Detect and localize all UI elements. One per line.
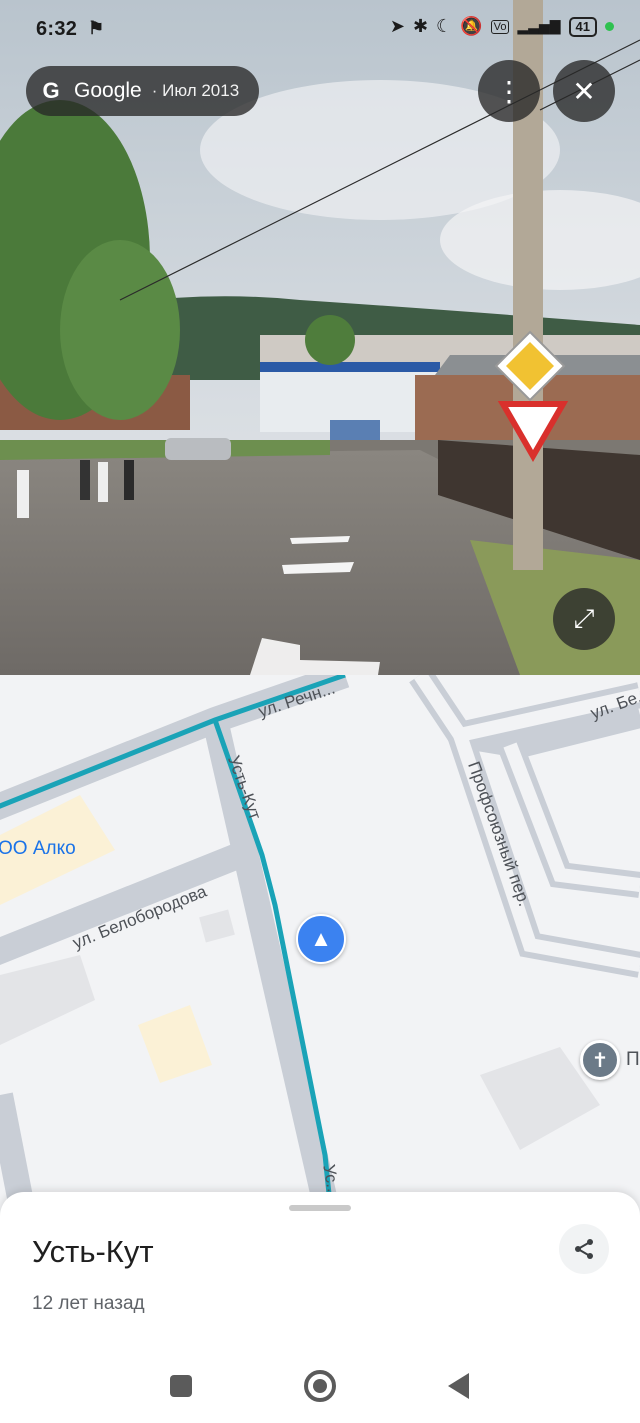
cross-icon: ✝ xyxy=(591,1049,609,1072)
system-nav-bar xyxy=(0,1352,640,1423)
street-view-panel[interactable]: 6:32 ⚑ ➤ ✱ ☾ 🔕 Vo ▂▃▅▇ 41 G Google · Июл… xyxy=(0,0,640,675)
place-title: Усть-Кут xyxy=(32,1234,154,1269)
close-button[interactable]: ✕ xyxy=(553,60,615,122)
navigation-arrow-icon: ▲ xyxy=(310,926,332,951)
fullscreen-button[interactable]: ⤢ xyxy=(553,588,615,650)
share-icon xyxy=(575,1239,593,1259)
image-info-chip[interactable]: G Google · Июл 2013 xyxy=(26,66,260,116)
chip-date: · Июл 2013 xyxy=(151,81,240,100)
signal-icon: ▂▃▅▇ xyxy=(517,18,561,34)
status-bar: 6:32 ⚑ ➤ ✱ ☾ 🔕 Vo ▂▃▅▇ 41 xyxy=(0,0,640,60)
google-logo-icon: G xyxy=(42,78,60,103)
notification-icon: ⚑ xyxy=(88,18,105,38)
current-location-marker: ▲ xyxy=(296,914,346,964)
privacy-dot-icon xyxy=(605,22,614,31)
volte-icon: Vo xyxy=(490,19,510,34)
recents-icon[interactable] xyxy=(170,1375,192,1397)
expand-icon: ⤢ xyxy=(573,603,595,633)
status-icons: ➤ ✱ ☾ 🔕 Vo ▂▃▅▇ 41 xyxy=(390,16,614,37)
moon-icon: ☾ xyxy=(436,16,453,36)
poi-label-alko[interactable]: ОО Алко xyxy=(0,838,76,860)
map-view[interactable]: ул. Речн... Усть-Кут ул. Белобородова Пр… xyxy=(0,675,640,1223)
battery-icon: 41 xyxy=(568,16,597,37)
drag-handle[interactable] xyxy=(289,1205,351,1211)
chip-brand: Google xyxy=(74,79,142,102)
location-icon: ➤ xyxy=(389,16,405,36)
more-options-button[interactable]: ⋮ xyxy=(478,60,540,122)
back-icon[interactable] xyxy=(448,1373,469,1399)
place-subtitle: 12 лет назад xyxy=(32,1293,145,1314)
close-icon: ✕ xyxy=(572,75,596,107)
bluetooth-icon: ✱ xyxy=(412,16,429,36)
church-pin[interactable]: ✝ xyxy=(580,1040,620,1080)
status-time: 6:32 xyxy=(36,18,78,40)
share-button[interactable] xyxy=(559,1224,609,1274)
more-vert-icon: ⋮ xyxy=(495,75,523,107)
home-icon[interactable] xyxy=(304,1370,336,1402)
church-pin-label: П xyxy=(626,1049,640,1070)
mute-icon: 🔕 xyxy=(460,16,483,36)
